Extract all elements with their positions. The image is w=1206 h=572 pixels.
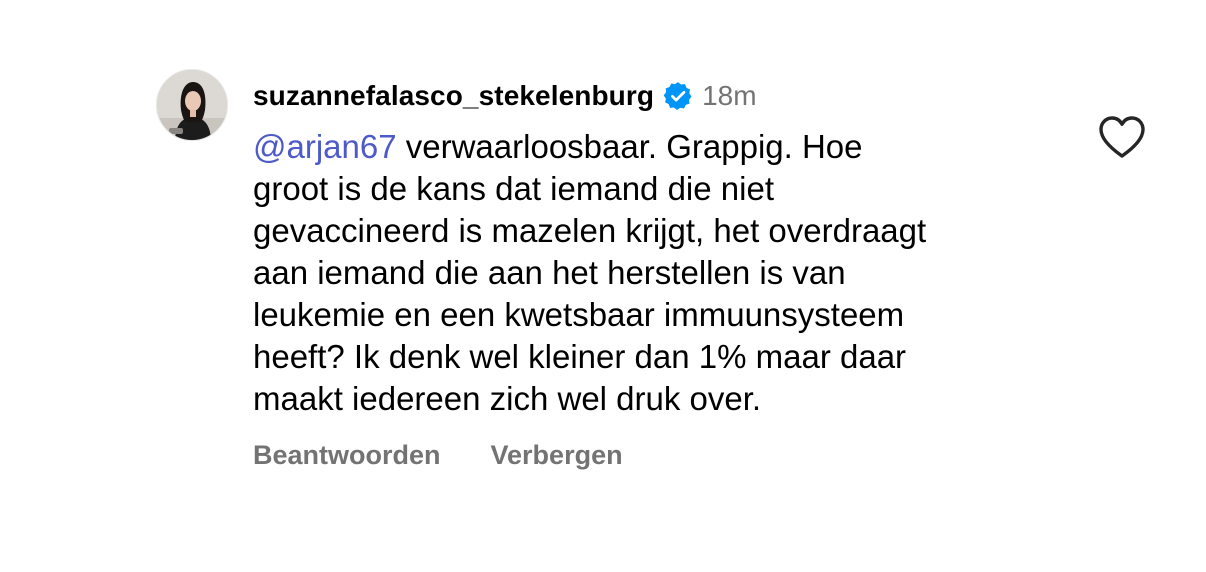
hide-button[interactable]: Verbergen xyxy=(491,440,623,471)
reply-button[interactable]: Beantwoorden xyxy=(253,440,441,471)
comment-text: @arjan67 verwaarloosbaar. Grappig. Hoe g… xyxy=(253,126,1053,420)
comment: suzannefalasco_stekelenburg 18m @arjan67… xyxy=(0,0,1206,572)
username[interactable]: suzannefalasco_stekelenburg xyxy=(253,80,654,112)
comment-actions: Beantwoorden Verbergen xyxy=(253,440,623,471)
comment-header: suzannefalasco_stekelenburg 18m xyxy=(253,74,757,118)
mention-link[interactable]: @arjan67 xyxy=(253,128,397,165)
avatar[interactable] xyxy=(156,69,228,141)
profile-photo xyxy=(157,70,227,140)
timestamp: 18m xyxy=(702,80,757,111)
heart-outline-icon[interactable] xyxy=(1097,114,1147,162)
verified-badge-icon xyxy=(663,81,693,111)
comment-body: verwaarloosbaar. Grappig. Hoe groot is d… xyxy=(253,128,927,417)
